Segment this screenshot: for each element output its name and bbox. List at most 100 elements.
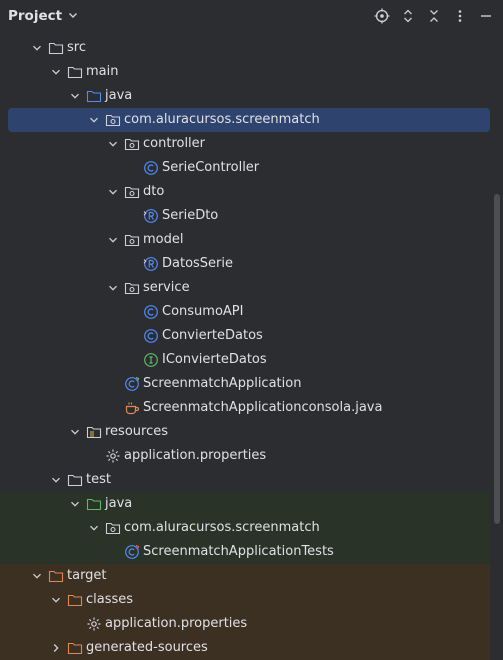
tree-item-controller[interactable]: controller — [0, 132, 490, 156]
interface-icon — [143, 352, 159, 368]
tree-item-label: src — [67, 40, 86, 55]
tree-item-java[interactable]: java — [0, 84, 490, 108]
tree-item-main[interactable]: main — [0, 60, 490, 84]
chevron-down-icon[interactable] — [69, 498, 81, 510]
tree-item-label: model — [143, 232, 184, 247]
tree-item-generated-sources[interactable]: generated-sources — [0, 636, 490, 660]
chevron-down-icon[interactable] — [50, 66, 62, 78]
package-icon — [105, 112, 121, 128]
panel-title: Project — [8, 8, 63, 24]
chevron-right-icon[interactable] — [50, 642, 62, 654]
chevron-down-icon[interactable] — [107, 186, 119, 198]
tree-item-label: application.properties — [124, 448, 267, 463]
tree-item-label: controller — [143, 136, 206, 151]
chevron-down-icon — [68, 8, 78, 24]
resources-folder-icon — [86, 424, 102, 440]
excluded-folder-icon — [48, 568, 64, 584]
gear-icon — [86, 616, 102, 632]
class-icon — [143, 328, 159, 344]
tree-item-label: dto — [143, 184, 165, 199]
tree-item-src[interactable]: src — [0, 36, 490, 60]
package-icon — [105, 520, 121, 536]
tree-item-label: target — [67, 568, 107, 583]
tree-item-label: ConsumoAPI — [162, 304, 244, 319]
chevron-down-icon[interactable] — [88, 522, 100, 534]
tree-item-label: DatosSerie — [162, 256, 234, 271]
java-file-icon — [124, 400, 140, 416]
tree-item-seriedto[interactable]: SerieDto — [0, 204, 490, 228]
expand-all-icon[interactable] — [395, 3, 421, 29]
tree-item-label: ScreenmatchApplication — [143, 376, 302, 391]
tree-item-label: application.properties — [105, 616, 248, 631]
package-icon — [124, 136, 140, 152]
tree-item-conviertedatos[interactable]: ConvierteDatos — [0, 324, 490, 348]
tree-item-iconviertedatos[interactable]: IConvierteDatos — [0, 348, 490, 372]
chevron-down-icon[interactable] — [107, 282, 119, 294]
folder-icon — [67, 472, 83, 488]
tree-item-com-aluracursos-screenmatch[interactable]: com.aluracursos.screenmatch — [8, 108, 490, 132]
tree-item-classes[interactable]: classes — [0, 588, 490, 612]
source-folder-icon — [86, 88, 102, 104]
tree-item-test[interactable]: test — [0, 468, 490, 492]
tree-item-label: com.aluracursos.screenmatch — [124, 520, 320, 535]
chevron-down-icon[interactable] — [31, 570, 43, 582]
tree-item-label: com.aluracursos.screenmatch — [124, 112, 320, 127]
tree-item-label: resources — [105, 424, 169, 439]
tree-item-java[interactable]: java — [0, 492, 490, 516]
tree-item-label: ScreenmatchApplicationTests — [143, 544, 334, 559]
tree-item-target[interactable]: target — [0, 564, 490, 588]
folder-icon — [48, 40, 64, 56]
tree-item-label: ScreenmatchApplicationconsola.java — [143, 400, 383, 415]
tree-item-label: main — [86, 64, 119, 79]
package-icon — [124, 184, 140, 200]
tree-item-label: SerieDto — [162, 208, 219, 223]
tree-item-dto[interactable]: dto — [0, 180, 490, 204]
tree-item-label: java — [105, 496, 133, 511]
tree-item-screenmatchapplicationtests[interactable]: ScreenmatchApplicationTests — [0, 540, 490, 564]
tree-item-resources[interactable]: resources — [0, 420, 490, 444]
class-icon — [143, 160, 159, 176]
tree-item-application-properties[interactable]: application.properties — [0, 444, 490, 468]
package-icon — [124, 232, 140, 248]
spring-test-icon — [124, 544, 140, 560]
excluded-folder-icon — [67, 592, 83, 608]
options-menu-icon[interactable] — [447, 3, 473, 29]
spring-app-icon — [124, 376, 140, 392]
project-tree: src main java com.aluracursos.screenmatch co… — [0, 36, 490, 660]
chevron-down-icon[interactable] — [88, 114, 100, 126]
tree-item-screenmatchapplicationconsola-java[interactable]: ScreenmatchApplicationconsola.java — [0, 396, 490, 420]
class-icon — [143, 304, 159, 320]
tree-item-service[interactable]: service — [0, 276, 490, 300]
tree-item-application-properties[interactable]: application.properties — [0, 612, 490, 636]
test-folder-icon — [86, 496, 102, 512]
tree-item-datosserie[interactable]: DatosSerie — [0, 252, 490, 276]
tree-item-label: test — [86, 472, 111, 487]
folder-icon — [67, 64, 83, 80]
scrollbar-thumb[interactable] — [494, 194, 500, 524]
tree-item-consumoapi[interactable]: ConsumoAPI — [0, 300, 490, 324]
project-view-selector[interactable]: Project — [8, 8, 78, 24]
tree-item-label: SerieController — [162, 160, 260, 175]
chevron-down-icon[interactable] — [69, 90, 81, 102]
record-icon — [143, 256, 159, 272]
tree-item-label: IConvierteDatos — [162, 352, 267, 367]
collapse-all-icon[interactable] — [421, 3, 447, 29]
tree-item-label: java — [105, 88, 133, 103]
tree-item-label: classes — [86, 592, 134, 607]
chevron-down-icon[interactable] — [69, 426, 81, 438]
select-opened-file-icon[interactable] — [369, 3, 395, 29]
gear-icon — [105, 448, 121, 464]
hide-panel-icon[interactable] — [473, 3, 499, 29]
chevron-down-icon[interactable] — [107, 138, 119, 150]
tree-item-model[interactable]: model — [0, 228, 490, 252]
chevron-down-icon[interactable] — [50, 474, 62, 486]
project-panel-header: Project — [0, 0, 503, 32]
tree-item-seriecontroller[interactable]: SerieController — [0, 156, 490, 180]
chevron-down-icon[interactable] — [31, 42, 43, 54]
chevron-down-icon[interactable] — [107, 234, 119, 246]
chevron-down-icon[interactable] — [50, 594, 62, 606]
tree-item-label: ConvierteDatos — [162, 328, 263, 343]
tree-item-label: service — [143, 280, 190, 295]
tree-item-com-aluracursos-screenmatch[interactable]: com.aluracursos.screenmatch — [0, 516, 490, 540]
tree-item-screenmatchapplication[interactable]: ScreenmatchApplication — [0, 372, 490, 396]
